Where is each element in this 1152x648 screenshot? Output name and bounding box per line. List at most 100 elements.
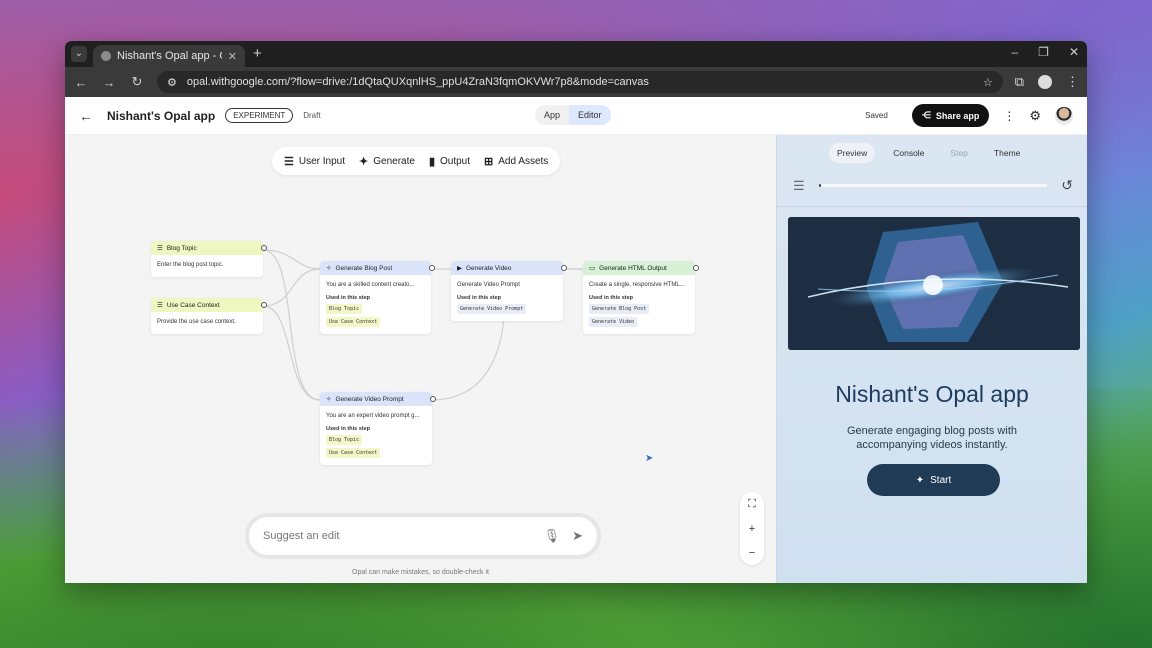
main-content: ☰ User Input ✦ Generate ▮ Output ⊞ Add A…: [65, 135, 1087, 583]
close-window-icon[interactable]: ✕: [1069, 45, 1079, 59]
zoom-in-icon[interactable]: +: [749, 523, 755, 535]
used-in-step-label: Used in this step: [589, 294, 634, 301]
hamburger-menu-icon[interactable]: ☰: [793, 178, 805, 194]
forward-icon[interactable]: →: [101, 75, 117, 90]
sparkle-icon: ✦: [359, 155, 369, 168]
tab-strip: ⌄ Nishant's Opal app - Opal [Exp... ✕ + …: [65, 41, 1087, 67]
extensions-icon[interactable]: ⧉: [1015, 74, 1024, 90]
mouse-cursor-icon: ➤: [645, 453, 654, 464]
address-bar[interactable]: ⚙ opal.withgoogle.com/?flow=drive:/1dQta…: [157, 71, 1003, 93]
minimize-icon[interactable]: –: [1011, 45, 1018, 59]
saved-status: Saved: [865, 111, 888, 120]
bookmark-star-icon[interactable]: ☆: [983, 76, 993, 89]
user-input-button[interactable]: ☰ User Input: [284, 155, 345, 168]
draft-status: Draft: [303, 111, 321, 120]
fit-view-icon[interactable]: ⛶: [748, 498, 756, 511]
used-in-step-label: Used in this step: [326, 294, 371, 301]
chip-use-case-context: Use Case Context: [326, 447, 381, 458]
tab-title: Nishant's Opal app - Opal [Exp...: [117, 50, 222, 62]
used-in-step-label: Used in this step: [457, 294, 502, 301]
node-title: Generate HTML Output: [599, 264, 667, 272]
share-app-button[interactable]: ⋲ Share app: [911, 104, 990, 127]
site-info-icon[interactable]: ⚙: [167, 76, 177, 89]
node-body: Generate Video Prompt Used in this step …: [451, 275, 563, 321]
sparkle-icon: ✦: [915, 474, 925, 486]
node-header: ✧ Generate Video Prompt: [320, 392, 436, 406]
browser-toolbar: ← → ↻ ⚙ opal.withgoogle.com/?flow=drive:…: [65, 67, 1087, 97]
mode-editor-button[interactable]: Editor: [569, 105, 611, 125]
canvas-toolbar: ☰ User Input ✦ Generate ▮ Output ⊞ Add A…: [272, 147, 561, 175]
node-header: ☰ Use Case Context: [151, 298, 267, 312]
node-description: Generate Video Prompt: [457, 282, 520, 288]
node-title: Generate Video Prompt: [335, 395, 404, 403]
output-port[interactable]: [261, 245, 267, 251]
generate-label: Generate: [373, 155, 415, 167]
chip-generate-video-prompt: Generate Video Prompt: [457, 304, 527, 315]
user-avatar[interactable]: [1055, 106, 1073, 125]
output-port[interactable]: [430, 396, 436, 402]
restart-icon[interactable]: ↺: [1061, 177, 1073, 194]
more-options-icon[interactable]: ⋮: [1003, 109, 1015, 123]
node-generate-blog-post[interactable]: ✧ Generate Blog Post You are a skilled c…: [320, 261, 435, 334]
progress-fill: [818, 184, 821, 187]
suggest-edit-input[interactable]: Suggest an edit 🎙 ➤: [245, 513, 601, 559]
node-title: Generate Blog Post: [335, 264, 393, 272]
add-assets-icon: ⊞: [484, 155, 494, 168]
node-blog-topic[interactable]: ☰ Blog Topic Enter the blog post topic.: [151, 241, 267, 277]
add-assets-button[interactable]: ⊞ Add Assets: [484, 155, 548, 168]
chip-blog-topic: Blog Topic: [326, 435, 363, 446]
mode-app-button[interactable]: App: [535, 105, 569, 125]
progress-row: ☰ ↺: [777, 163, 1087, 194]
chip-blog-topic: Blog Topic: [326, 304, 363, 315]
settings-gear-icon[interactable]: ⚙: [1029, 108, 1041, 124]
node-generate-video[interactable]: ▶ Generate Video Generate Video Prompt U…: [451, 261, 567, 321]
send-icon[interactable]: ➤: [572, 528, 583, 544]
output-port[interactable]: [693, 265, 699, 271]
share-icon: ⋲: [921, 110, 931, 120]
video-icon: ▶: [457, 265, 462, 272]
output-button[interactable]: ▮ Output: [429, 155, 470, 168]
node-title: Generate Video: [466, 264, 512, 272]
wire-usecase-genblog: [262, 268, 321, 307]
zoom-out-icon[interactable]: −: [749, 547, 755, 559]
node-generate-video-prompt[interactable]: ✧ Generate Video Prompt You are an exper…: [320, 392, 436, 465]
output-port[interactable]: [561, 265, 567, 271]
chip-use-case-context: Use Case Context: [326, 316, 381, 327]
microphone-icon[interactable]: 🎙: [544, 528, 561, 544]
node-generate-html-output[interactable]: ▭ Generate HTML Output Create a single, …: [583, 261, 699, 334]
back-icon[interactable]: ←: [73, 75, 89, 90]
node-body: Create a single, responsive HTML... Used…: [583, 275, 695, 334]
node-body: Enter the blog post topic.: [157, 262, 224, 268]
generate-button[interactable]: ✦ Generate: [359, 155, 415, 168]
node-description: You are an expert video prompt g...: [326, 413, 420, 419]
close-tab-icon[interactable]: ✕: [228, 50, 237, 63]
output-port[interactable]: [429, 265, 435, 271]
maximize-icon[interactable]: ❐: [1038, 45, 1049, 59]
browser-menu-icon[interactable]: ⋮: [1066, 74, 1079, 90]
node-description: Create a single, responsive HTML...: [589, 282, 685, 288]
tab-preview[interactable]: Preview: [829, 143, 876, 163]
node-body: You are a skilled content creato... Used…: [320, 275, 431, 334]
preview-panel: Preview Console Step Theme ☰ ↺ Nishant's…: [776, 135, 1087, 583]
tab-theme[interactable]: Theme: [986, 143, 1028, 163]
node-use-case-context[interactable]: ☰ Use Case Context Provide the use case …: [151, 298, 267, 334]
preview-app-name: Nishant's Opal app: [835, 381, 1029, 407]
tab-search-icon[interactable]: ⌄: [71, 46, 87, 62]
output-label: Output: [440, 155, 471, 167]
output-port[interactable]: [261, 302, 267, 308]
sparkle-icon: ✧: [326, 396, 332, 403]
suggest-placeholder: Suggest an edit: [263, 530, 340, 542]
divider: [777, 206, 1087, 207]
start-button[interactable]: ✦ Start: [867, 464, 1000, 496]
new-tab-button[interactable]: +: [253, 45, 262, 62]
hero-artwork: [788, 217, 1080, 350]
sparkle-icon: ✧: [326, 265, 332, 272]
back-arrow-icon[interactable]: ←: [79, 108, 93, 124]
profile-avatar[interactable]: [1038, 75, 1052, 89]
tab-console[interactable]: Console: [885, 143, 932, 163]
node-header: ✧ Generate Blog Post: [320, 261, 435, 275]
flow-canvas[interactable]: ☰ User Input ✦ Generate ▮ Output ⊞ Add A…: [65, 135, 776, 583]
browser-tab[interactable]: Nishant's Opal app - Opal [Exp... ✕: [93, 45, 245, 67]
experiment-badge: EXPERIMENT: [225, 108, 294, 123]
reload-icon[interactable]: ↻: [129, 74, 145, 90]
